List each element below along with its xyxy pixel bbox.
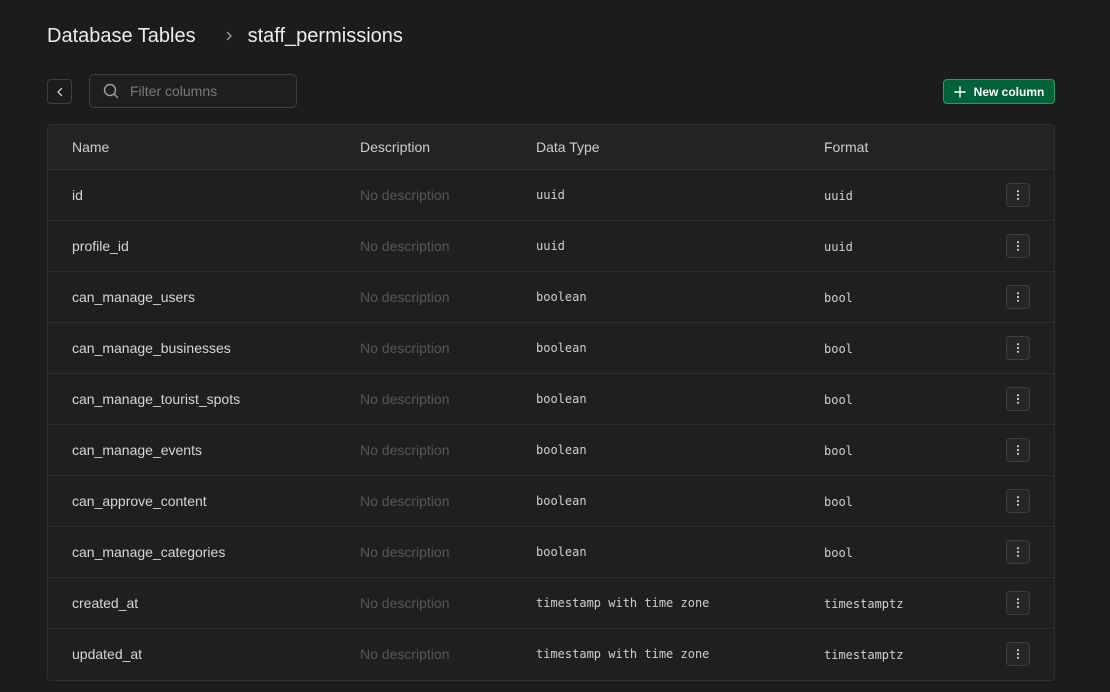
column-format: uuid	[824, 189, 853, 203]
column-format: bool	[824, 495, 853, 509]
more-vertical-icon	[1012, 240, 1024, 252]
column-description: No description	[360, 493, 450, 509]
column-data-type: timestamp with time zone	[536, 647, 710, 661]
column-data-type: boolean	[536, 494, 587, 508]
table-body: id No description uuid uuid profile_id No des…	[48, 170, 1054, 680]
table-row[interactable]: id No description uuid uuid	[48, 170, 1054, 221]
row-actions-button[interactable]	[1006, 438, 1030, 462]
column-description: No description	[360, 391, 450, 407]
columns-table: Name Description Data Type Format id No d…	[47, 124, 1055, 681]
column-name: can_approve_content	[72, 493, 207, 509]
more-vertical-icon	[1012, 546, 1024, 558]
row-actions-button[interactable]	[1006, 540, 1030, 564]
row-actions-button[interactable]	[1006, 234, 1030, 258]
table-row[interactable]: profile_id No description uuid uuid	[48, 221, 1054, 272]
column-format: bool	[824, 444, 853, 458]
table-row[interactable]: can_manage_users No description boolean boo…	[48, 272, 1054, 323]
header-name: Name	[72, 139, 110, 155]
column-format: bool	[824, 342, 853, 356]
column-format: bool	[824, 291, 853, 305]
column-data-type: timestamp with time zone	[536, 596, 710, 610]
column-format: timestamptz	[824, 597, 904, 611]
table-row[interactable]: can_approve_content No description boolean…	[48, 476, 1054, 527]
column-name: can_manage_businesses	[72, 340, 231, 356]
toolbar: New column	[47, 74, 1055, 108]
breadcrumb-root[interactable]: Database Tables	[47, 25, 196, 48]
more-vertical-icon	[1012, 291, 1024, 303]
column-data-type: boolean	[536, 341, 587, 355]
new-column-label: New column	[973, 84, 1045, 99]
back-button[interactable]	[47, 79, 72, 104]
column-data-type: boolean	[536, 392, 587, 406]
column-data-type: boolean	[536, 545, 587, 559]
more-vertical-icon	[1012, 393, 1024, 405]
table-header: Name Description Data Type Format	[48, 125, 1054, 170]
header-format: Format	[824, 139, 869, 155]
column-data-type: uuid	[536, 188, 565, 202]
column-format: uuid	[824, 240, 853, 254]
more-vertical-icon	[1012, 495, 1024, 507]
header-data-type: Data Type	[536, 139, 600, 155]
breadcrumb-current: staff_permissions	[247, 24, 403, 47]
chevron-right-icon	[224, 31, 234, 41]
column-name: id	[72, 187, 83, 203]
column-description: No description	[360, 238, 450, 254]
chevron-left-icon	[55, 87, 65, 97]
new-column-button[interactable]: New column	[943, 79, 1055, 104]
row-actions-button[interactable]	[1006, 183, 1030, 207]
more-vertical-icon	[1012, 597, 1024, 609]
row-actions-button[interactable]	[1006, 387, 1030, 411]
column-data-type: boolean	[536, 290, 587, 304]
column-description: No description	[360, 646, 450, 662]
column-name: created_at	[72, 595, 139, 611]
table-row[interactable]: can_manage_tourist_spots No description bo…	[48, 374, 1054, 425]
table-row[interactable]: can_manage_events No description boolean bo…	[48, 425, 1054, 476]
search-icon	[102, 82, 120, 100]
more-vertical-icon	[1012, 648, 1024, 660]
column-name: can_manage_events	[72, 442, 202, 458]
column-description: No description	[360, 544, 450, 560]
breadcrumb: Database Tables staff_permissions	[47, 22, 403, 50]
row-actions-button[interactable]	[1006, 285, 1030, 309]
column-format: bool	[824, 546, 853, 560]
column-data-type: boolean	[536, 443, 587, 457]
column-description: No description	[360, 595, 450, 611]
table-row[interactable]: created_at No description timestamp with t…	[48, 578, 1054, 629]
column-name: can_manage_tourist_spots	[72, 391, 241, 407]
more-vertical-icon	[1012, 444, 1024, 456]
more-vertical-icon	[1012, 189, 1024, 201]
column-name: can_manage_categories	[72, 544, 226, 560]
header-description: Description	[360, 139, 431, 155]
row-actions-button[interactable]	[1006, 489, 1030, 513]
column-name: updated_at	[72, 646, 143, 662]
table-row[interactable]: updated_at No description timestamp with t…	[48, 629, 1054, 680]
column-format: bool	[824, 393, 853, 407]
column-name: profile_id	[72, 238, 129, 254]
plus-icon	[953, 85, 966, 98]
column-data-type: uuid	[536, 239, 565, 253]
row-actions-button[interactable]	[1006, 591, 1030, 615]
row-actions-button[interactable]	[1006, 642, 1030, 666]
filter-columns-input[interactable]	[130, 83, 290, 99]
column-description: No description	[360, 340, 450, 356]
filter-columns-search	[89, 74, 297, 108]
column-description: No description	[360, 442, 450, 458]
column-description: No description	[360, 289, 450, 305]
table-row[interactable]: can_manage_categories No description boole…	[48, 527, 1054, 578]
column-format: timestamptz	[824, 648, 904, 662]
table-row[interactable]: can_manage_businesses No description boole…	[48, 323, 1054, 374]
more-vertical-icon	[1012, 342, 1024, 354]
column-description: No description	[360, 187, 450, 203]
column-name: can_manage_users	[72, 289, 195, 305]
row-actions-button[interactable]	[1006, 336, 1030, 360]
